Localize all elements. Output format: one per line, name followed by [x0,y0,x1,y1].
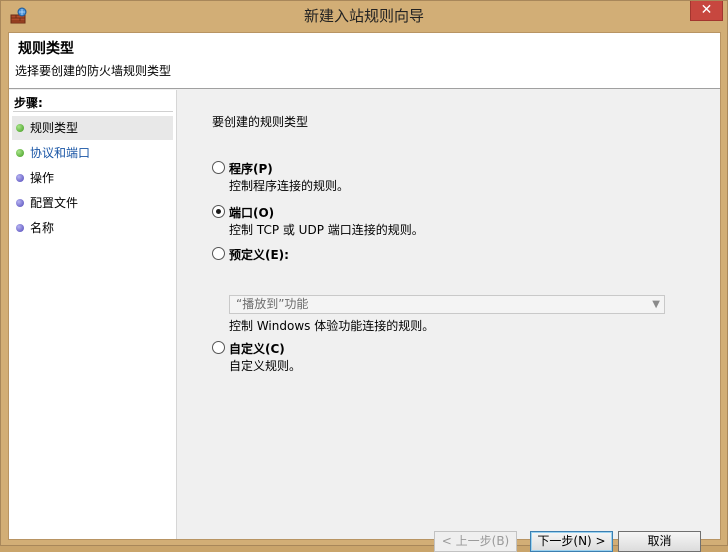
predefined-label[interactable]: 预定义(E): [229,246,289,263]
predefined-select-value: “播放到”功能 [236,297,309,311]
step-action: 操作 [12,166,173,190]
custom-label[interactable]: 自定义(C) [229,340,285,357]
step-label: 配置文件 [30,196,79,210]
step-rule-type: 规则类型 [12,116,173,140]
step-label: 操作 [30,171,55,185]
step-protocol-ports[interactable]: 协议和端口 [12,141,173,165]
main-panel: 要创建的规则类型 程序(P) 控制程序连接的规则。 端口(O) 控制 TCP 或… [178,90,720,552]
custom-radio[interactable] [212,341,225,354]
step-complete-icon [16,149,24,157]
wizard-client: 规则类型 选择要创建的防火墙规则类型 步骤: 规则类型 协议和端口 操作 配置文… [8,32,721,552]
port-radio[interactable] [212,205,225,218]
step-complete-icon [16,124,24,132]
page-subtitle: 选择要创建的防火墙规则类型 [15,64,172,78]
window-title: 新建入站规则向导 [303,7,424,25]
close-button[interactable]: ✕ [690,1,723,21]
predefined-radio[interactable] [212,247,225,260]
title-bar[interactable]: 新建入站规则向导 ✕ [1,1,727,32]
step-profile: 配置文件 [12,191,173,215]
page-title: 规则类型 [18,41,74,57]
chevron-down-icon: ▼ [652,299,660,310]
steps-heading: 步骤: [14,96,43,110]
next-button[interactable]: 下一步(N) > [530,531,613,552]
step-label: 规则类型 [30,121,79,135]
step-label: 协议和端口 [30,146,91,160]
step-name: 名称 [12,216,173,240]
step-pending-icon [16,199,24,207]
back-button: < 上一步(B) [434,531,517,552]
step-label: 名称 [30,221,55,235]
predefined-desc: 控制 Windows 体验功能连接的规则。 [229,319,435,333]
port-desc: 控制 TCP 或 UDP 端口连接的规则。 [229,223,424,237]
wizard-window: 新建入站规则向导 ✕ 规则类型 选择要创建的防火墙规则类型 步骤: 规则类型 协… [0,0,728,552]
step-pending-icon [16,224,24,232]
steps-panel: 步骤: 规则类型 协议和端口 操作 配置文件 名称 [9,90,177,539]
program-label[interactable]: 程序(P) [229,160,273,177]
steps-divider [13,111,173,112]
predefined-select: “播放到”功能 ▼ [229,295,665,314]
rule-type-prompt: 要创建的规则类型 [212,115,309,129]
cancel-button[interactable]: 取消 [618,531,701,552]
port-label[interactable]: 端口(O) [229,204,274,221]
page-header: 规则类型 选择要创建的防火墙规则类型 [9,33,720,89]
program-desc: 控制程序连接的规则。 [229,179,350,193]
step-pending-icon [16,174,24,182]
custom-desc: 自定义规则。 [229,359,302,373]
program-radio[interactable] [212,161,225,174]
